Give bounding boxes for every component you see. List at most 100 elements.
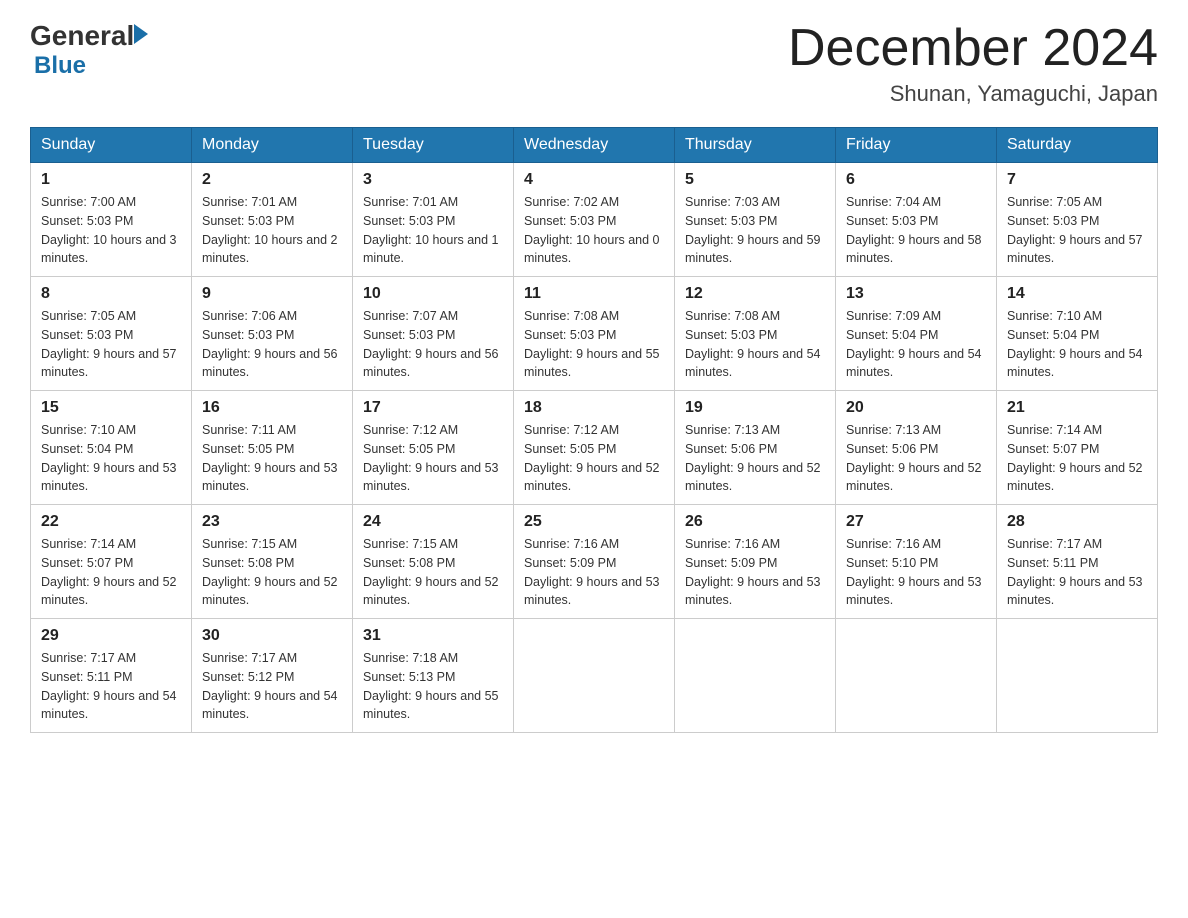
day-info: Sunrise: 7:17 AMSunset: 5:11 PMDaylight:… — [41, 649, 181, 724]
calendar-cell: 1 Sunrise: 7:00 AMSunset: 5:03 PMDaylight… — [31, 163, 192, 277]
calendar-cell: 28 Sunrise: 7:17 AMSunset: 5:11 PMDayligh… — [997, 505, 1158, 619]
day-number: 2 — [202, 171, 342, 189]
calendar-cell: 3 Sunrise: 7:01 AMSunset: 5:03 PMDaylight… — [353, 163, 514, 277]
calendar-cell: 29 Sunrise: 7:17 AMSunset: 5:11 PMDayligh… — [31, 619, 192, 733]
calendar-cell: 17Sunrise: 7:12 AMSunset: 5:05 PMDayligh… — [353, 391, 514, 505]
calendar-cell: 31 Sunrise: 7:18 AMSunset: 5:13 PMDayligh… — [353, 619, 514, 733]
day-number: 26 — [685, 513, 825, 531]
day-info: Sunrise: 7:14 AMSunset: 5:07 PMDaylight:… — [41, 535, 181, 610]
day-info: Sunrise: 7:16 AMSunset: 5:10 PMDaylight:… — [846, 535, 986, 610]
page-header: General Blue December 2024 Shunan, Yamag… — [30, 20, 1158, 107]
calendar-cell: 6 Sunrise: 7:04 AMSunset: 5:03 PMDaylight… — [836, 163, 997, 277]
weekday-header-friday: Friday — [836, 128, 997, 163]
day-info: Sunrise: 7:01 AMSunset: 5:03 PMDaylight:… — [363, 193, 503, 268]
calendar-cell: 9 Sunrise: 7:06 AMSunset: 5:03 PMDaylight… — [192, 277, 353, 391]
day-number: 8 — [41, 285, 181, 303]
calendar-cell: 24 Sunrise: 7:15 AMSunset: 5:08 PMDayligh… — [353, 505, 514, 619]
day-number: 5 — [685, 171, 825, 189]
calendar-body: 1 Sunrise: 7:00 AMSunset: 5:03 PMDaylight… — [31, 163, 1158, 733]
logo-general-text: General — [30, 20, 134, 52]
day-info: Sunrise: 7:10 AMSunset: 5:04 PMDaylight:… — [1007, 307, 1147, 382]
calendar-cell: 23Sunrise: 7:15 AMSunset: 5:08 PMDayligh… — [192, 505, 353, 619]
day-number: 30 — [202, 627, 342, 645]
calendar-cell: 22 Sunrise: 7:14 AMSunset: 5:07 PMDayligh… — [31, 505, 192, 619]
day-info: Sunrise: 7:08 AMSunset: 5:03 PMDaylight:… — [685, 307, 825, 382]
day-number: 17 — [363, 399, 503, 417]
day-info: Sunrise: 7:06 AMSunset: 5:03 PMDaylight:… — [202, 307, 342, 382]
weekday-header-saturday: Saturday — [997, 128, 1158, 163]
day-number: 29 — [41, 627, 181, 645]
weekday-header-tuesday: Tuesday — [353, 128, 514, 163]
calendar-cell: 5 Sunrise: 7:03 AMSunset: 5:03 PMDaylight… — [675, 163, 836, 277]
title-area: December 2024 Shunan, Yamaguchi, Japan — [788, 20, 1158, 107]
day-number: 28 — [1007, 513, 1147, 531]
day-number: 4 — [524, 171, 664, 189]
calendar-cell: 26 Sunrise: 7:16 AMSunset: 5:09 PMDayligh… — [675, 505, 836, 619]
day-number: 13 — [846, 285, 986, 303]
weekday-header-wednesday: Wednesday — [514, 128, 675, 163]
calendar-cell: 16 Sunrise: 7:11 AMSunset: 5:05 PMDayligh… — [192, 391, 353, 505]
day-info: Sunrise: 7:01 AMSunset: 5:03 PMDaylight:… — [202, 193, 342, 268]
day-number: 15 — [41, 399, 181, 417]
calendar-cell: 14 Sunrise: 7:10 AMSunset: 5:04 PMDayligh… — [997, 277, 1158, 391]
day-info: Sunrise: 7:05 AMSunset: 5:03 PMDaylight:… — [41, 307, 181, 382]
day-number: 6 — [846, 171, 986, 189]
day-number: 24 — [363, 513, 503, 531]
day-info: Sunrise: 7:18 AMSunset: 5:13 PMDaylight:… — [363, 649, 503, 724]
day-number: 3 — [363, 171, 503, 189]
day-info: Sunrise: 7:07 AMSunset: 5:03 PMDaylight:… — [363, 307, 503, 382]
calendar-cell: 2 Sunrise: 7:01 AMSunset: 5:03 PMDaylight… — [192, 163, 353, 277]
day-number: 21 — [1007, 399, 1147, 417]
calendar-cell: 30Sunrise: 7:17 AMSunset: 5:12 PMDayligh… — [192, 619, 353, 733]
weekday-header-sunday: Sunday — [31, 128, 192, 163]
day-info: Sunrise: 7:14 AMSunset: 5:07 PMDaylight:… — [1007, 421, 1147, 496]
calendar-cell: 12Sunrise: 7:08 AMSunset: 5:03 PMDayligh… — [675, 277, 836, 391]
logo-blue-text: Blue — [34, 52, 148, 80]
day-info: Sunrise: 7:16 AMSunset: 5:09 PMDaylight:… — [685, 535, 825, 610]
calendar-cell — [514, 619, 675, 733]
day-number: 23 — [202, 513, 342, 531]
weekday-row: SundayMondayTuesdayWednesdayThursdayFrid… — [31, 128, 1158, 163]
day-number: 1 — [41, 171, 181, 189]
day-info: Sunrise: 7:04 AMSunset: 5:03 PMDaylight:… — [846, 193, 986, 268]
calendar-cell: 27Sunrise: 7:16 AMSunset: 5:10 PMDayligh… — [836, 505, 997, 619]
calendar-week-row: 8 Sunrise: 7:05 AMSunset: 5:03 PMDaylight… — [31, 277, 1158, 391]
day-info: Sunrise: 7:16 AMSunset: 5:09 PMDaylight:… — [524, 535, 664, 610]
day-number: 18 — [524, 399, 664, 417]
day-info: Sunrise: 7:10 AMSunset: 5:04 PMDaylight:… — [41, 421, 181, 496]
calendar-week-row: 15 Sunrise: 7:10 AMSunset: 5:04 PMDayligh… — [31, 391, 1158, 505]
calendar-week-row: 1 Sunrise: 7:00 AMSunset: 5:03 PMDaylight… — [31, 163, 1158, 277]
day-number: 22 — [41, 513, 181, 531]
day-number: 14 — [1007, 285, 1147, 303]
calendar-cell: 25Sunrise: 7:16 AMSunset: 5:09 PMDayligh… — [514, 505, 675, 619]
logo-arrow-icon — [134, 24, 148, 44]
day-info: Sunrise: 7:15 AMSunset: 5:08 PMDaylight:… — [363, 535, 503, 610]
day-info: Sunrise: 7:13 AMSunset: 5:06 PMDaylight:… — [846, 421, 986, 496]
day-number: 16 — [202, 399, 342, 417]
calendar-cell: 7Sunrise: 7:05 AMSunset: 5:03 PMDaylight… — [997, 163, 1158, 277]
day-info: Sunrise: 7:02 AMSunset: 5:03 PMDaylight:… — [524, 193, 664, 268]
weekday-header-thursday: Thursday — [675, 128, 836, 163]
day-number: 19 — [685, 399, 825, 417]
calendar-cell: 19 Sunrise: 7:13 AMSunset: 5:06 PMDayligh… — [675, 391, 836, 505]
calendar-cell: 21 Sunrise: 7:14 AMSunset: 5:07 PMDayligh… — [997, 391, 1158, 505]
day-number: 20 — [846, 399, 986, 417]
logo: General Blue — [30, 20, 148, 80]
day-info: Sunrise: 7:09 AMSunset: 5:04 PMDaylight:… — [846, 307, 986, 382]
calendar-cell — [675, 619, 836, 733]
day-info: Sunrise: 7:13 AMSunset: 5:06 PMDaylight:… — [685, 421, 825, 496]
calendar-table: SundayMondayTuesdayWednesdayThursdayFrid… — [30, 127, 1158, 733]
day-info: Sunrise: 7:08 AMSunset: 5:03 PMDaylight:… — [524, 307, 664, 382]
day-info: Sunrise: 7:17 AMSunset: 5:11 PMDaylight:… — [1007, 535, 1147, 610]
day-info: Sunrise: 7:11 AMSunset: 5:05 PMDaylight:… — [202, 421, 342, 496]
day-number: 9 — [202, 285, 342, 303]
day-info: Sunrise: 7:00 AMSunset: 5:03 PMDaylight:… — [41, 193, 181, 268]
calendar-cell: 13 Sunrise: 7:09 AMSunset: 5:04 PMDayligh… — [836, 277, 997, 391]
day-number: 31 — [363, 627, 503, 645]
calendar-cell: 4 Sunrise: 7:02 AMSunset: 5:03 PMDaylight… — [514, 163, 675, 277]
calendar-cell: 10Sunrise: 7:07 AMSunset: 5:03 PMDayligh… — [353, 277, 514, 391]
month-title: December 2024 — [788, 20, 1158, 77]
calendar-cell — [836, 619, 997, 733]
day-info: Sunrise: 7:03 AMSunset: 5:03 PMDaylight:… — [685, 193, 825, 268]
calendar-cell: 11Sunrise: 7:08 AMSunset: 5:03 PMDayligh… — [514, 277, 675, 391]
